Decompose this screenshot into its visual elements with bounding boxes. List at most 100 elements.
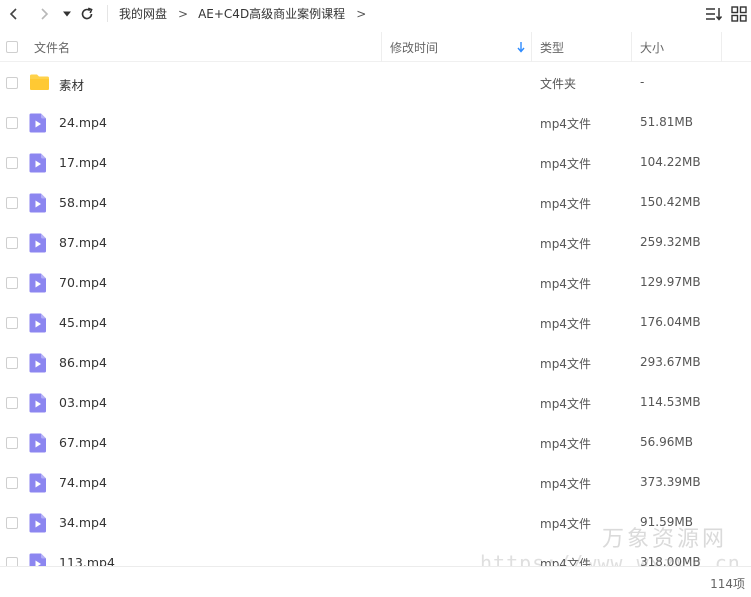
grid-view-button[interactable] xyxy=(729,4,749,24)
video-file-icon xyxy=(29,353,46,373)
file-name[interactable]: 素材 xyxy=(59,75,84,94)
select-all-checkbox[interactable] xyxy=(6,41,18,53)
table-row[interactable]: 70.mp4 mp4文件 129.97MB xyxy=(0,263,751,303)
file-type: mp4文件 xyxy=(540,357,591,371)
file-name[interactable]: 34.mp4 xyxy=(59,515,107,530)
sort-button[interactable] xyxy=(704,4,724,24)
row-checkbox[interactable] xyxy=(6,277,18,289)
file-name[interactable]: 70.mp4 xyxy=(59,275,107,290)
row-checkbox[interactable] xyxy=(6,357,18,369)
toolbar: 我的网盘 > AE+C4D高级商业案例课程 > xyxy=(0,0,751,28)
column-header-size[interactable]: 大小 xyxy=(640,32,720,62)
table-row[interactable]: 86.mp4 mp4文件 293.67MB xyxy=(0,343,751,383)
file-type: mp4文件 xyxy=(540,317,591,331)
status-bar: 114项 xyxy=(0,566,751,597)
chevron-right-icon xyxy=(41,8,49,20)
row-checkbox[interactable] xyxy=(6,437,18,449)
folder-icon xyxy=(30,74,49,90)
refresh-button[interactable] xyxy=(77,4,97,24)
file-type: mp4文件 xyxy=(540,437,591,451)
column-header-modified[interactable]: 修改时间 xyxy=(390,32,530,62)
breadcrumb-separator[interactable]: > xyxy=(356,7,366,21)
column-divider[interactable] xyxy=(381,32,382,62)
table-row[interactable]: 45.mp4 mp4文件 176.04MB xyxy=(0,303,751,343)
sort-list-icon xyxy=(706,8,723,21)
row-checkbox[interactable] xyxy=(6,197,18,209)
video-file-icon xyxy=(29,473,46,493)
table-row[interactable]: 87.mp4 mp4文件 259.32MB xyxy=(0,223,751,263)
file-name[interactable]: 67.mp4 xyxy=(59,435,107,450)
row-checkbox[interactable] xyxy=(6,397,18,409)
file-name[interactable]: 87.mp4 xyxy=(59,235,107,250)
video-file-icon xyxy=(29,113,46,133)
table-row[interactable]: 58.mp4 mp4文件 150.42MB xyxy=(0,183,751,223)
row-checkbox[interactable] xyxy=(6,117,18,129)
file-name[interactable]: 17.mp4 xyxy=(59,155,107,170)
file-name[interactable]: 45.mp4 xyxy=(59,315,107,330)
toolbar-divider xyxy=(107,5,108,22)
file-type: mp4文件 xyxy=(540,197,591,211)
row-checkbox[interactable] xyxy=(6,77,18,89)
file-size: 104.22MB xyxy=(640,155,701,169)
table-row[interactable]: 67.mp4 mp4文件 56.96MB xyxy=(0,423,751,463)
video-file-icon xyxy=(29,153,46,173)
file-type: mp4文件 xyxy=(540,157,591,171)
column-header-name[interactable]: 文件名 xyxy=(34,32,380,62)
grid-view-icon xyxy=(731,6,747,22)
video-file-icon xyxy=(29,513,46,533)
table-row[interactable]: 素材 文件夹 - xyxy=(0,63,751,103)
watermark-title: 万象资源网 xyxy=(602,527,728,552)
row-checkbox[interactable] xyxy=(6,157,18,169)
file-name[interactable]: 24.mp4 xyxy=(59,115,107,130)
video-file-icon xyxy=(29,433,46,453)
column-header-type[interactable]: 类型 xyxy=(540,32,630,62)
file-size: 373.39MB xyxy=(640,475,701,489)
breadcrumb-separator: > xyxy=(178,6,189,21)
video-file-icon xyxy=(29,233,46,253)
row-checkbox[interactable] xyxy=(6,557,18,566)
row-checkbox[interactable] xyxy=(6,517,18,529)
column-header-size-label: 大小 xyxy=(640,40,665,55)
file-type: mp4文件 xyxy=(540,477,591,491)
column-header-type-label: 类型 xyxy=(540,40,565,55)
column-divider[interactable] xyxy=(631,32,632,62)
row-checkbox[interactable] xyxy=(6,477,18,489)
breadcrumb: 我的网盘 > AE+C4D高级商业案例课程 > xyxy=(119,5,376,22)
file-size: 259.32MB xyxy=(640,235,701,249)
breadcrumb-current[interactable]: AE+C4D高级商业案例课程 xyxy=(198,5,345,22)
table-row[interactable]: 03.mp4 mp4文件 114.53MB xyxy=(0,383,751,423)
history-dropdown-button[interactable] xyxy=(57,4,77,24)
file-size: 51.81MB xyxy=(640,115,693,129)
file-size: 293.67MB xyxy=(640,355,701,369)
column-divider[interactable] xyxy=(721,32,722,62)
file-type: mp4文件 xyxy=(540,117,591,131)
file-size: 176.04MB xyxy=(640,315,701,329)
file-type: mp4文件 xyxy=(540,237,591,251)
file-size: - xyxy=(640,75,645,89)
row-checkbox[interactable] xyxy=(6,317,18,329)
table-row[interactable]: 74.mp4 mp4文件 373.39MB xyxy=(0,463,751,503)
file-size: 114.53MB xyxy=(640,395,701,409)
row-checkbox[interactable] xyxy=(6,237,18,249)
caret-down-icon xyxy=(63,11,71,17)
forward-button[interactable] xyxy=(34,4,54,24)
chevron-left-icon xyxy=(9,8,17,20)
file-name[interactable]: 86.mp4 xyxy=(59,355,107,370)
file-name[interactable]: 03.mp4 xyxy=(59,395,107,410)
file-name[interactable]: 58.mp4 xyxy=(59,195,107,210)
file-name[interactable]: 74.mp4 xyxy=(59,475,107,490)
sort-down-arrow-icon xyxy=(517,42,525,53)
refresh-icon xyxy=(81,7,93,20)
video-file-icon xyxy=(29,193,46,213)
column-divider[interactable] xyxy=(531,32,532,62)
video-file-icon xyxy=(29,313,46,333)
file-type: mp4文件 xyxy=(540,517,591,531)
column-header-name-label: 文件名 xyxy=(34,40,71,55)
file-name[interactable]: 113.mp4 xyxy=(59,555,115,566)
file-type: 文件夹 xyxy=(540,77,577,91)
file-size: 129.97MB xyxy=(640,275,701,289)
table-row[interactable]: 24.mp4 mp4文件 51.81MB xyxy=(0,103,751,143)
back-button[interactable] xyxy=(4,4,24,24)
table-row[interactable]: 17.mp4 mp4文件 104.22MB xyxy=(0,143,751,183)
breadcrumb-root[interactable]: 我的网盘 xyxy=(119,5,167,22)
